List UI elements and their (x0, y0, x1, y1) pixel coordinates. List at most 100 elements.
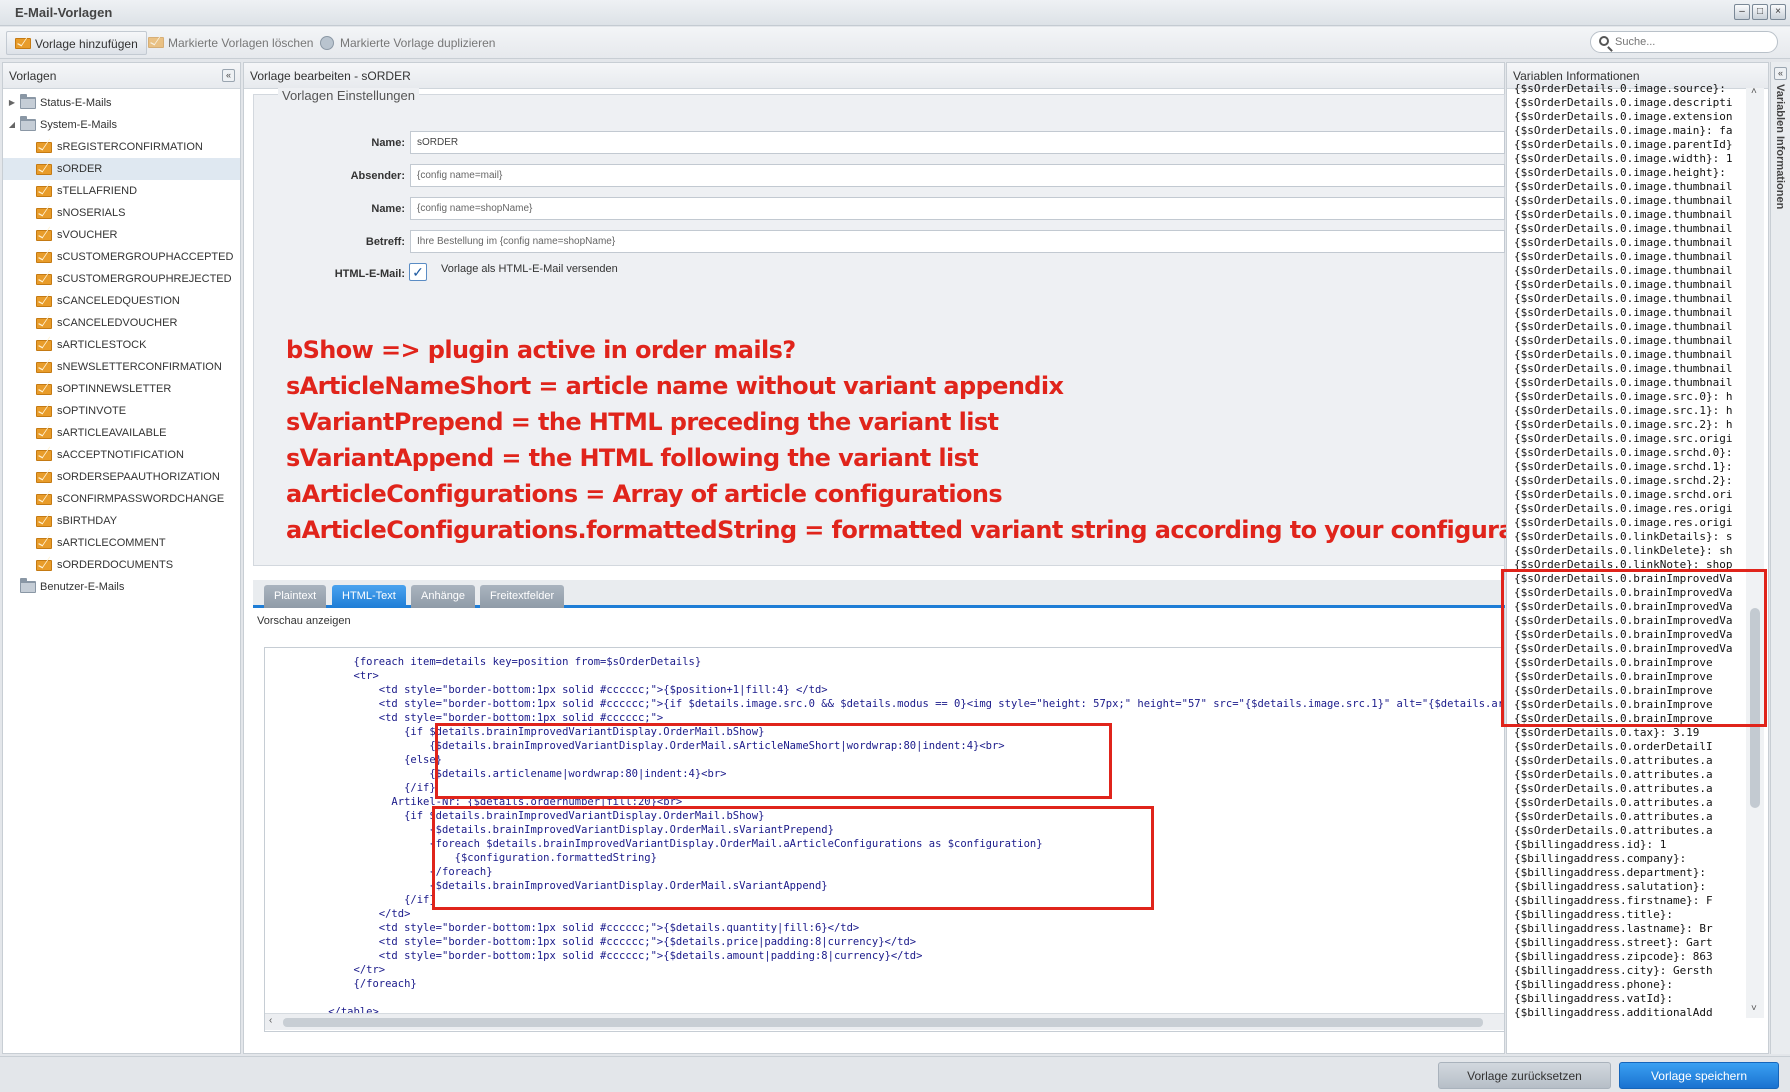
template-item[interactable]: sCANCELEDQUESTION (3, 290, 240, 312)
code-line: <td style="border-bottom:1px solid #cccc… (265, 936, 917, 948)
scroll-thumb[interactable] (1750, 608, 1760, 808)
templates-panel-header: Vorlagen « (3, 63, 240, 89)
template-item[interactable]: sORDERSEPAAUTHORIZATION (3, 466, 240, 488)
template-item[interactable]: sTELLAFRIEND (3, 180, 240, 202)
scroll-left-icon[interactable]: ‹ (269, 1015, 272, 1026)
template-label: sREGISTERCONFIRMATION (57, 141, 203, 153)
mail-template-icon (36, 142, 52, 153)
template-item[interactable]: sORDERDOCUMENTS (3, 554, 240, 576)
template-item[interactable]: sARTICLESTOCK (3, 334, 240, 356)
minimize-icon[interactable]: – (1734, 4, 1750, 20)
tab-html-text[interactable]: HTML-Text (332, 585, 406, 608)
variable-line: {$billingaddress.street}: Gart (1514, 936, 1713, 949)
duplicate-template-label: Markierte Vorlage duplizieren (340, 36, 496, 50)
collapse-left-icon[interactable]: « (222, 69, 235, 82)
template-item[interactable]: sOPTINVOTE (3, 400, 240, 422)
expand-arrow-icon[interactable]: ▶ (7, 92, 17, 114)
subject-input[interactable]: Ihre Bestellung im {config name=shopName… (410, 230, 1505, 253)
mail-template-icon (36, 406, 52, 417)
duplicate-template-button[interactable]: Markierte Vorlage duplizieren (312, 31, 503, 55)
collapse-arrow-icon[interactable]: ◢ (7, 114, 17, 136)
close-icon[interactable]: × (1770, 4, 1786, 20)
variable-line: {$sOrderDetails.0.image.descripti (1514, 96, 1733, 109)
mail-template-icon (36, 450, 52, 461)
variable-line: {$billingaddress.department}: (1514, 866, 1707, 879)
variable-line: {$sOrderDetails.0.image.thumbnail (1514, 306, 1733, 319)
sender-input[interactable]: {config name=mail} (410, 164, 1505, 187)
search-input[interactable] (1615, 35, 1765, 49)
folder-status-emails[interactable]: ▶ Status-E-Mails (3, 92, 240, 114)
tab-free-text-fields[interactable]: Freitextfelder (480, 585, 565, 608)
code-line: {$configuration.formattedString} (265, 852, 657, 864)
variable-line: {$sOrderDetails.0.brainImprovedVa (1514, 628, 1733, 641)
variable-line: {$sOrderDetails.0.image.parentId} (1514, 138, 1733, 151)
add-mail-icon (15, 38, 31, 49)
folder-system-emails[interactable]: ◢ System-E-Mails (3, 114, 240, 136)
variable-line: {$sOrderDetails.0.image.src.0}: h (1514, 390, 1733, 403)
variable-line: {$sOrderDetails.0.image.thumbnail (1514, 250, 1733, 263)
template-item[interactable]: sREGISTERCONFIRMATION (3, 136, 240, 158)
annotation-line: aArticleConfigurations.formattedString =… (286, 516, 1565, 544)
template-item[interactable]: sACCEPTNOTIFICATION (3, 444, 240, 466)
maximize-icon[interactable]: □ (1752, 4, 1768, 20)
sender-name-input[interactable]: {config name=shopName} (410, 197, 1505, 220)
scroll-down-icon[interactable]: ˅ (1751, 1003, 1757, 1014)
variable-line: {$sOrderDetails.0.brainImprove (1514, 656, 1713, 669)
variables-vertical-scrollbar[interactable]: ˄ ˅ (1746, 86, 1764, 1018)
template-item[interactable]: sCONFIRMPASSWORDCHANGE (3, 488, 240, 510)
variables-side-strip[interactable]: « Variablen Informationen (1770, 62, 1790, 1054)
variables-list[interactable]: {$sOrderDetails.0.image.source}: {$sOrder… (1514, 82, 1746, 1038)
code-line: {foreach $details.brainImprovedVariantDi… (265, 838, 1043, 850)
search-field[interactable] (1590, 31, 1778, 53)
template-item[interactable]: sBIRTHDAY (3, 510, 240, 532)
tab-plaintext[interactable]: Plaintext (264, 585, 327, 608)
mail-template-icon (36, 472, 52, 483)
templates-panel-title: Vorlagen (9, 69, 57, 83)
template-item[interactable]: sCUSTOMERGROUPHREJECTED (3, 268, 240, 290)
mail-template-icon (36, 340, 52, 351)
variable-line: {$sOrderDetails.0.image.src.1}: h (1514, 404, 1733, 417)
variable-line: {$sOrderDetails.0.image.thumbnail (1514, 236, 1733, 249)
toolbar: Vorlage hinzufügen Markierte Vorlagen lö… (0, 27, 1790, 59)
template-item[interactable]: sARTICLEAVAILABLE (3, 422, 240, 444)
template-item[interactable]: sARTICLECOMMENT (3, 532, 240, 554)
variable-line: {$billingaddress.additionalAdd (1514, 1006, 1713, 1019)
mail-template-icon (36, 230, 52, 241)
html-code-editor[interactable]: {foreach item=details key=position from=… (264, 647, 1505, 1032)
tab-attachments[interactable]: Anhänge (411, 585, 476, 608)
reset-template-button[interactable]: Vorlage zurücksetzen (1438, 1062, 1611, 1089)
template-item[interactable]: sOPTINNEWSLETTER (3, 378, 240, 400)
code-content[interactable]: {foreach item=details key=position from=… (265, 655, 1505, 1019)
scroll-up-icon[interactable]: ˄ (1751, 86, 1757, 97)
template-item[interactable]: sORDER (3, 158, 240, 180)
variable-line: {$sOrderDetails.0.image.res.origi (1514, 516, 1733, 529)
template-label: sCANCELEDVOUCHER (57, 317, 178, 329)
html-mail-checkbox[interactable]: ✓ (409, 263, 427, 281)
preview-button[interactable]: Vorschau anzeigen (257, 615, 351, 627)
folder-open-icon (20, 116, 36, 131)
html-mail-checkbox-label: Vorlage als HTML-E-Mail versenden (441, 263, 618, 275)
variable-line: {$sOrderDetails.0.image.thumbnail (1514, 180, 1733, 193)
template-label: sCUSTOMERGROUPHREJECTED (57, 273, 232, 285)
template-item[interactable]: sCUSTOMERGROUPHACCEPTED (3, 246, 240, 268)
code-line: {$details.articlename|wordwrap:80|indent… (265, 768, 727, 780)
template-label: sNOSERIALS (57, 207, 126, 219)
add-template-button[interactable]: Vorlage hinzufügen (6, 31, 147, 55)
template-item[interactable]: sNOSERIALS (3, 202, 240, 224)
variable-line: {$sOrderDetails.0.image.thumbnail (1514, 292, 1733, 305)
template-item[interactable]: sNEWSLETTERCONFIRMATION (3, 356, 240, 378)
variable-line: {$billingaddress.zipcode}: 863 (1514, 950, 1713, 963)
save-template-button[interactable]: Vorlage speichern (1619, 1062, 1779, 1089)
edit-panel-title: Vorlage bearbeiten - sORDER (250, 69, 411, 83)
variable-line: {$sOrderDetails.0.image.thumbnail (1514, 376, 1733, 389)
delete-templates-button[interactable]: Markierte Vorlagen löschen (140, 31, 321, 55)
template-item[interactable]: sVOUCHER (3, 224, 240, 246)
editor-horizontal-scrollbar[interactable]: ‹ (265, 1013, 1504, 1030)
collapse-right-icon[interactable]: « (1774, 67, 1787, 80)
annotation-notes: bShow => plugin active in order mails? sA… (286, 332, 1565, 548)
folder-user-emails[interactable]: Benutzer-E-Mails (3, 576, 240, 598)
template-item[interactable]: sCANCELEDVOUCHER (3, 312, 240, 334)
name-input[interactable]: sORDER (410, 131, 1505, 154)
code-line: <td style="border-bottom:1px solid #cccc… (265, 698, 1505, 710)
scroll-thumb[interactable] (283, 1018, 1483, 1027)
